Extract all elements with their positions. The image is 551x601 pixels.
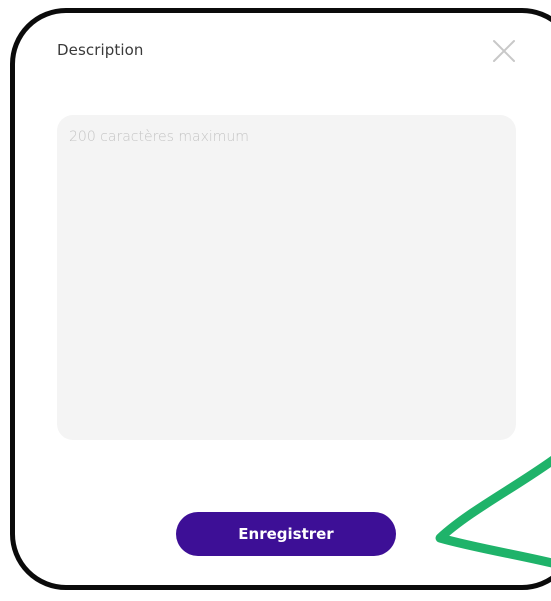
screenshot-stage: Description Enregistrer <box>0 0 551 601</box>
close-icon <box>493 40 515 62</box>
save-button[interactable]: Enregistrer <box>176 512 396 556</box>
description-textarea[interactable] <box>57 115 516 440</box>
dialog-title: Description <box>57 41 144 59</box>
close-button[interactable] <box>490 37 518 65</box>
